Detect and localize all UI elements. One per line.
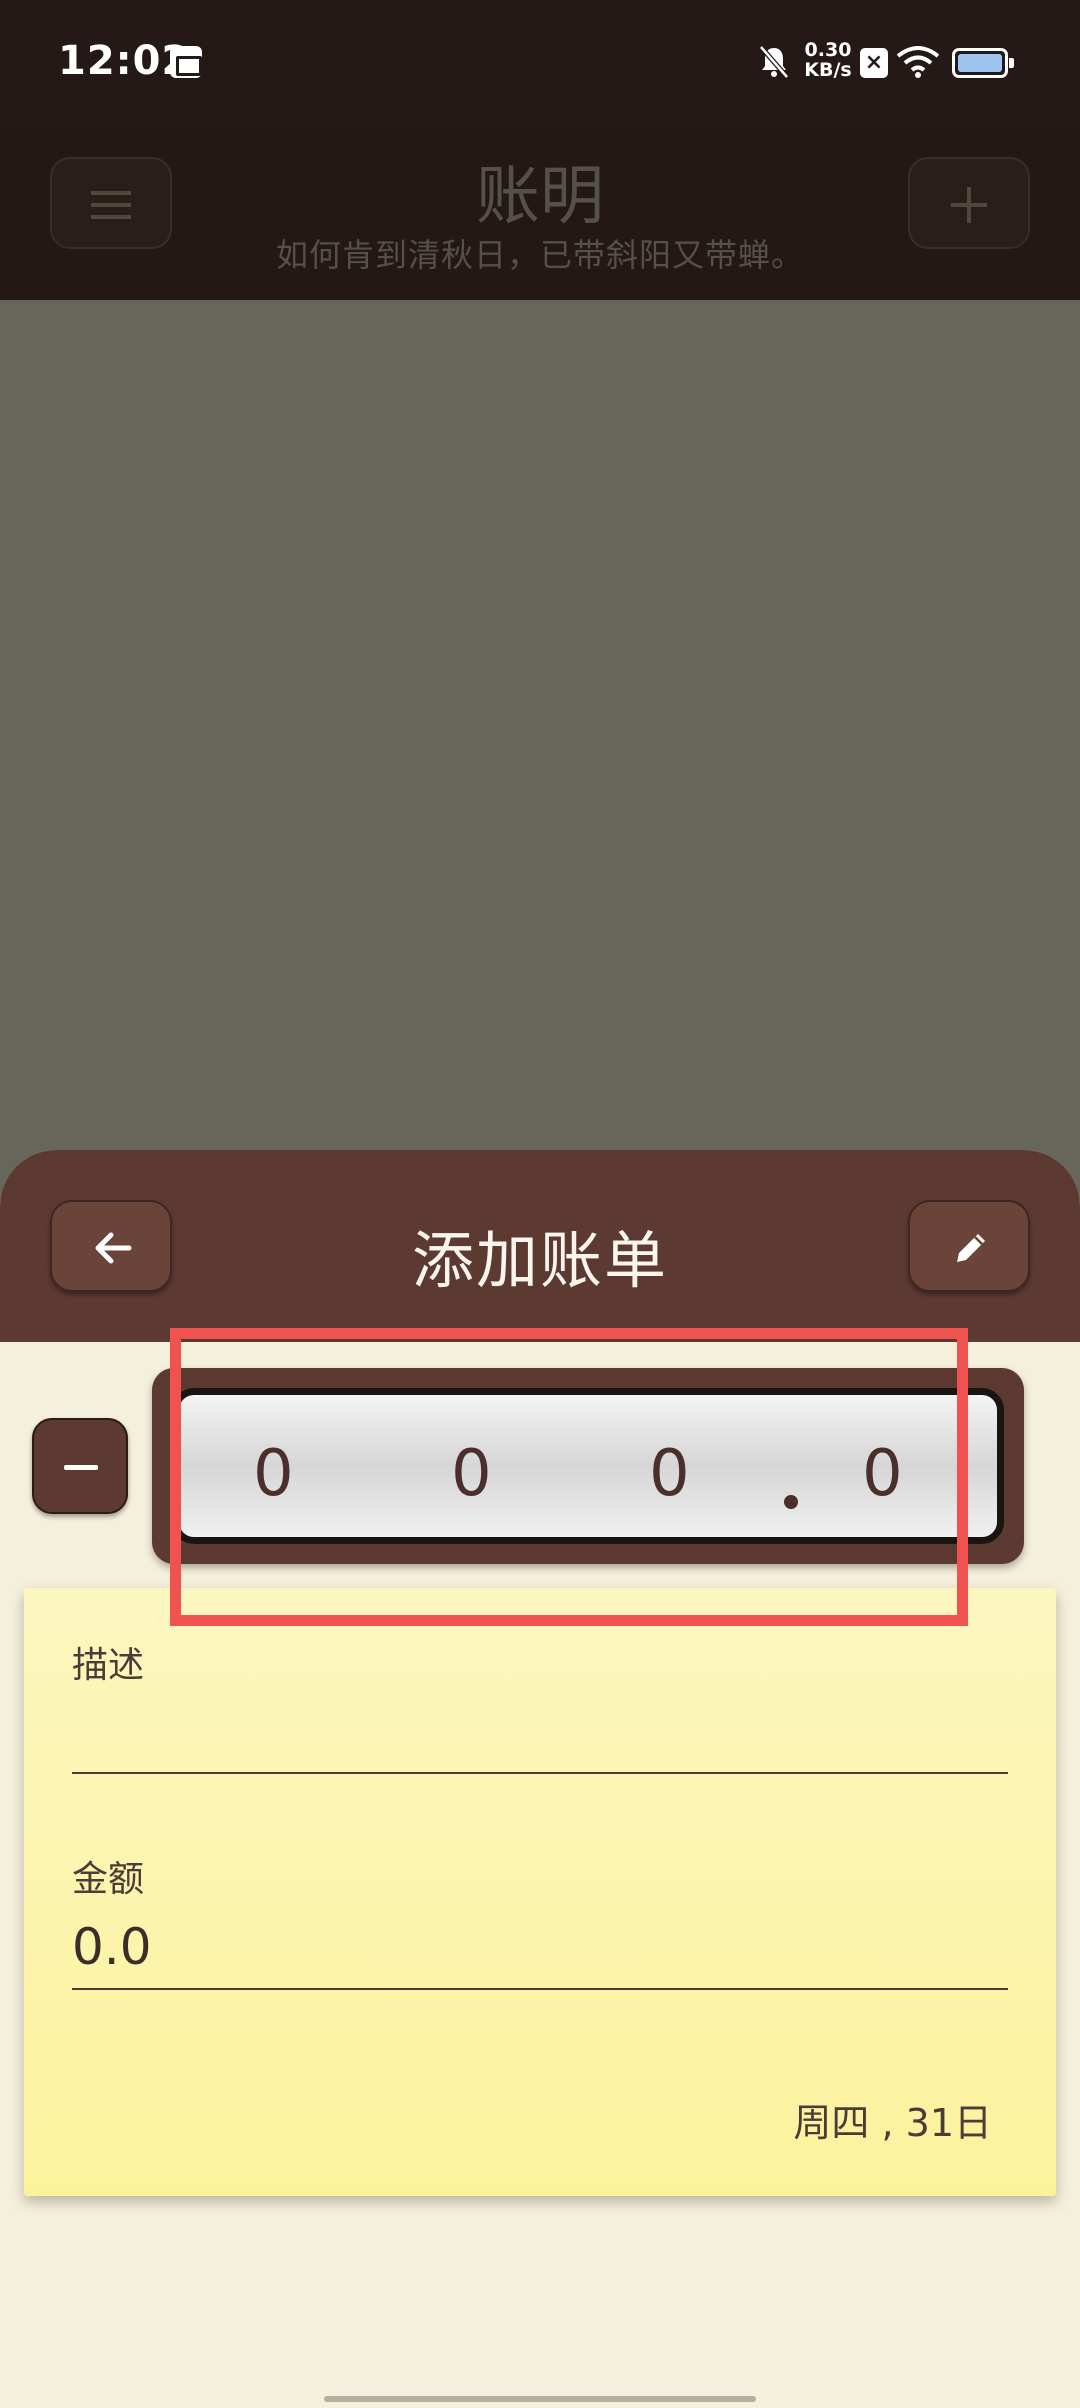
odometer-digit: 0 <box>451 1437 492 1511</box>
odometer-decimal-point <box>784 1495 798 1509</box>
odometer-digit: 0 <box>253 1437 294 1511</box>
plus-icon <box>951 187 987 223</box>
no-sim-icon: × <box>860 48 888 78</box>
amount-label: 金额 <box>72 1859 145 1900</box>
bill-form-card: 描述 金额 0.0 周四 , 31日 <box>24 1588 1056 2196</box>
wifi-icon <box>896 46 940 78</box>
calendar-notification-icon <box>170 46 202 78</box>
amount-odometer: 0 0 0 0 <box>152 1368 1024 1564</box>
odometer-digit: 0 <box>862 1437 903 1511</box>
odometer-digit: 0 <box>649 1437 690 1511</box>
sheet-header: 添加账单 <box>0 1150 1080 1342</box>
network-speed-value: 0.30 <box>804 39 852 61</box>
date-picker[interactable]: 周四 , 31日 <box>793 2092 992 2147</box>
description-input[interactable] <box>72 1698 1008 1768</box>
bell-muted-icon <box>759 45 789 79</box>
pencil-icon <box>957 1234 985 1262</box>
amount-underline <box>72 1988 1008 1990</box>
description-label: 描述 <box>72 1645 145 1686</box>
status-bar: 12:02 0.30 KB/s × <box>0 0 1080 125</box>
edit-button[interactable] <box>908 1200 1030 1292</box>
network-speed-unit: KB/s <box>804 59 852 81</box>
network-speed: 0.30 KB/s <box>800 40 856 80</box>
battery-icon <box>952 48 1014 78</box>
minus-button[interactable] <box>32 1418 128 1514</box>
amount-input[interactable]: 0.0 <box>72 1918 1008 1976</box>
add-bill-sheet: 添加账单 0 0 0 0 描述 金额 0.0 周四 , 31日 <box>0 1150 1080 2408</box>
description-underline <box>72 1772 1008 1774</box>
app-header: 账明 如何肯到清秋日，已带斜阳又带蝉。 <box>0 125 1080 300</box>
gesture-bar[interactable] <box>324 2396 756 2402</box>
add-button[interactable] <box>908 157 1030 249</box>
odometer-window: 0 0 0 0 <box>172 1388 1004 1544</box>
